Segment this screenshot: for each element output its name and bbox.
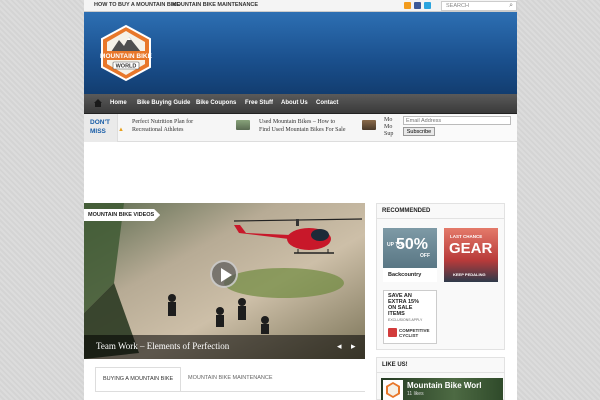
ticker-item-2[interactable]: Used Mountain Bikes – How to Find Used M… (259, 118, 346, 134)
tab-buying-a-mountain-bike[interactable]: BUYING A MOUNTAIN BIKE (95, 367, 182, 391)
ad-backcountry-brand: Backcountry (388, 272, 422, 278)
rss-icon[interactable] (404, 2, 411, 9)
ad-cc-line5: EXCLUSIONS APPLY (388, 318, 423, 322)
tab-divider (95, 391, 365, 392)
home-icon[interactable] (94, 99, 102, 107)
ticker-item-2-line1: Used Mountain Bikes – How to (259, 119, 336, 125)
subscribe-button[interactable]: Subscribe (403, 127, 435, 136)
search-icon[interactable]: ⌕ (509, 2, 513, 10)
video-section-label: MOUNTAIN BIKE VIDEOS (84, 209, 161, 221)
ticker-item-1-line2: Recreational Athletes (132, 127, 184, 133)
email-field[interactable] (403, 116, 511, 125)
content-area: MOUNTAIN BIKE VIDEOS Team Work – Element… (84, 142, 517, 400)
menu-item-contact[interactable]: Contact (316, 100, 338, 106)
search-input[interactable]: SEARCH ⌕ (441, 1, 517, 11)
featured-video[interactable]: MOUNTAIN BIKE VIDEOS Team Work – Element… (84, 203, 365, 359)
top-link-maintenance[interactable]: MOUNTAIN BIKE MAINTENANCE (172, 2, 258, 8)
video-caption: Team Work – Elements of Perfection (96, 341, 230, 351)
page-wrapper: HOW TO BUY A MOUNTAIN BIKE MOUNTAIN BIKE… (84, 0, 517, 400)
next-arrow-icon[interactable]: ▸ (351, 341, 356, 352)
newsletter-form: Subscribe (400, 115, 517, 141)
like-us-widget: LIKE US! Mountain Bike Worl 11 likes (376, 357, 505, 400)
competitive-cyclist-logo-icon (388, 328, 397, 337)
top-link-how-to-buy[interactable]: HOW TO BUY A MOUNTAIN BIKE (94, 2, 180, 8)
ticker-item-1[interactable]: Perfect Nutrition Plan for Recreational … (132, 118, 193, 134)
site-header: MOUNTAIN BIKE WORLD (84, 12, 517, 94)
menu-item-home[interactable]: Home (110, 100, 127, 106)
ad-cc-brand-line2: CYCLIST (399, 333, 419, 338)
facebook-page-banner[interactable]: Mountain Bike Worl 11 likes (381, 378, 503, 400)
dont-miss-label-line1: DON'T (90, 119, 110, 126)
facebook-icon[interactable] (414, 2, 421, 9)
ad-last-chance-gear[interactable]: LAST CHANCE GEAR KEEP PEDALING (444, 228, 498, 282)
menu-item-bike-buying-guide[interactable]: Bike Buying Guide (137, 100, 190, 106)
ad-gear-big: GEAR (449, 240, 493, 257)
logo-text-line1: MOUNTAIN BIKE (100, 53, 153, 60)
fb-page-avatar (383, 380, 403, 400)
ticker-item-1-line1: Perfect Nutrition Plan for (132, 119, 194, 125)
ad-backcountry-discount: 50% (396, 236, 429, 253)
ticker-item-3-line2: Mo (384, 124, 393, 130)
tab-mountain-bike-maintenance[interactable]: MOUNTAIN BIKE MAINTENANCE (181, 367, 280, 391)
menu-item-free-stuff[interactable]: Free Stuff (245, 100, 273, 106)
ad-gear-line1: LAST CHANCE (450, 234, 483, 239)
video-caption-bar: Team Work – Elements of Perfection ◂ ▸ (84, 335, 365, 359)
ad-backcountry-brand-bar: Backcountry (383, 268, 437, 282)
play-button[interactable] (210, 260, 238, 288)
prev-arrow-icon[interactable]: ◂ (337, 341, 342, 352)
ad-backcountry[interactable]: UP TO 50% OFF Backcountry (383, 228, 437, 282)
fb-page-meta: 11 likes (407, 391, 424, 397)
top-bar: HOW TO BUY A MOUNTAIN BIKE MOUNTAIN BIKE… (84, 0, 517, 12)
ticker-item-3-line3: Sup (384, 131, 394, 137)
menu-item-bike-coupons[interactable]: Bike Coupons (196, 100, 236, 106)
ticker-item-3-thumbnail[interactable] (362, 120, 376, 130)
search-placeholder: SEARCH (446, 3, 469, 9)
main-menu: Home Bike Buying Guide Bike Coupons Free… (84, 94, 517, 114)
twitter-icon[interactable] (424, 2, 431, 9)
dont-miss-label-line2: MISS (90, 128, 106, 135)
site-logo[interactable]: MOUNTAIN BIKE WORLD (97, 24, 155, 82)
ad-competitive-cyclist[interactable]: SAVE AN EXTRA 15% ON SALE ITEMS EXCLUSIO… (383, 290, 437, 344)
ad-cc-line4: ITEMS (388, 311, 405, 317)
ad-backcountry-off: OFF (420, 253, 430, 259)
warning-icon: ▲ (118, 127, 124, 133)
ticker-item-3-line1: Mo (384, 117, 393, 123)
like-us-title: LIKE US! (377, 358, 504, 373)
logo-text-line2: WORLD (116, 64, 137, 70)
ad-gear-brand: KEEP PEDALING (453, 272, 486, 277)
category-tabs: BUYING A MOUNTAIN BIKE MOUNTAIN BIKE MAI… (84, 367, 365, 400)
ticker-item-2-thumbnail[interactable] (236, 120, 250, 130)
menu-item-about-us[interactable]: About Us (281, 100, 308, 106)
ticker-item-3[interactable]: Mo Mo Sup (384, 117, 393, 138)
fb-page-name: Mountain Bike Worl (407, 381, 482, 390)
recommended-widget: RECOMMENDED UP TO 50% OFF Backcountry LA… (376, 203, 505, 350)
recommended-title: RECOMMENDED (377, 204, 504, 219)
dont-miss-ticker: DON'T MISS ▲ Perfect Nutrition Plan for … (84, 114, 517, 142)
dont-miss-label: DON'T MISS (84, 114, 118, 142)
ticker-item-2-line2: Find Used Mountain Bikes For Sale (259, 127, 346, 133)
